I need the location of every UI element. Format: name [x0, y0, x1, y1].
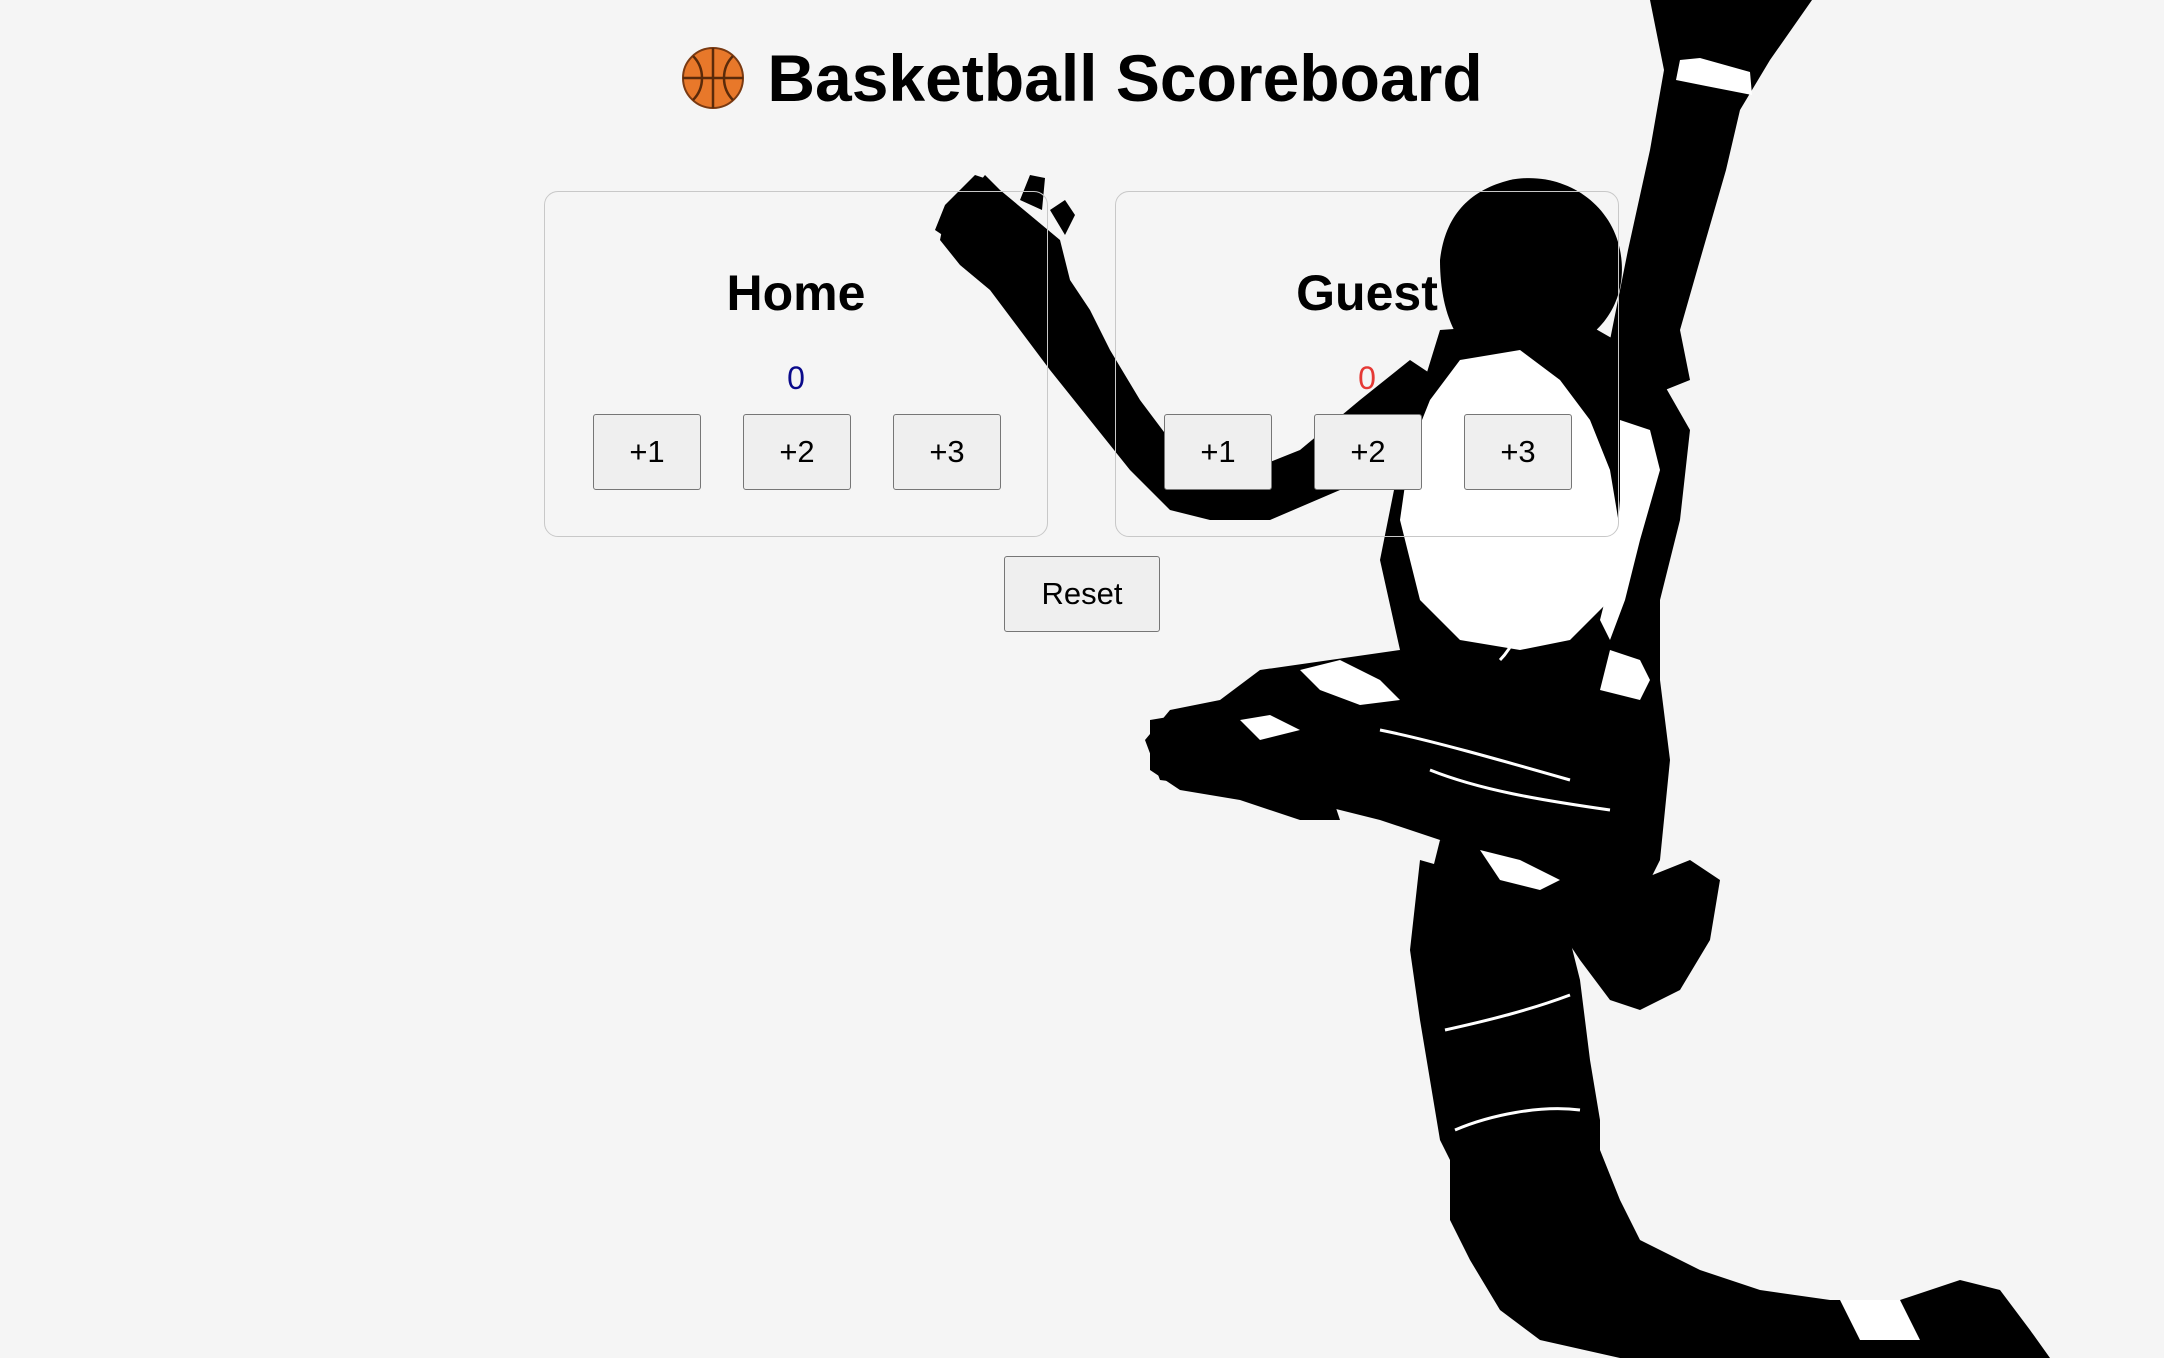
guest-button-row: +1 +2 +3 — [1164, 414, 1572, 490]
reset-button[interactable]: Reset — [1004, 556, 1160, 632]
basketball-icon — [682, 47, 745, 109]
guest-score: 0 — [1358, 360, 1376, 396]
home-team-name: Home — [726, 265, 866, 321]
home-add-2-button[interactable]: +2 — [743, 414, 851, 490]
guest-team-name: Guest — [1296, 265, 1438, 321]
guest-add-3-button[interactable]: +3 — [1464, 414, 1572, 490]
home-team-card: Home 0 +1 +2 +3 — [544, 191, 1048, 537]
home-score: 0 — [787, 360, 805, 396]
home-add-1-button[interactable]: +1 — [593, 414, 701, 490]
page-title-text: Basketball Scoreboard — [767, 41, 1483, 115]
home-button-row: +1 +2 +3 — [593, 414, 1001, 490]
guest-team-card: Guest 0 +1 +2 +3 — [1115, 191, 1619, 537]
guest-add-1-button[interactable]: +1 — [1164, 414, 1272, 490]
page-title: Basketball Scoreboard — [0, 40, 2164, 116]
basketball-player-silhouette — [935, 0, 2050, 1358]
guest-add-2-button[interactable]: +2 — [1314, 414, 1422, 490]
home-add-3-button[interactable]: +3 — [893, 414, 1001, 490]
scoreboard-page: Basketball Scoreboard Home 0 +1 +2 +3 Gu… — [0, 0, 2164, 1358]
